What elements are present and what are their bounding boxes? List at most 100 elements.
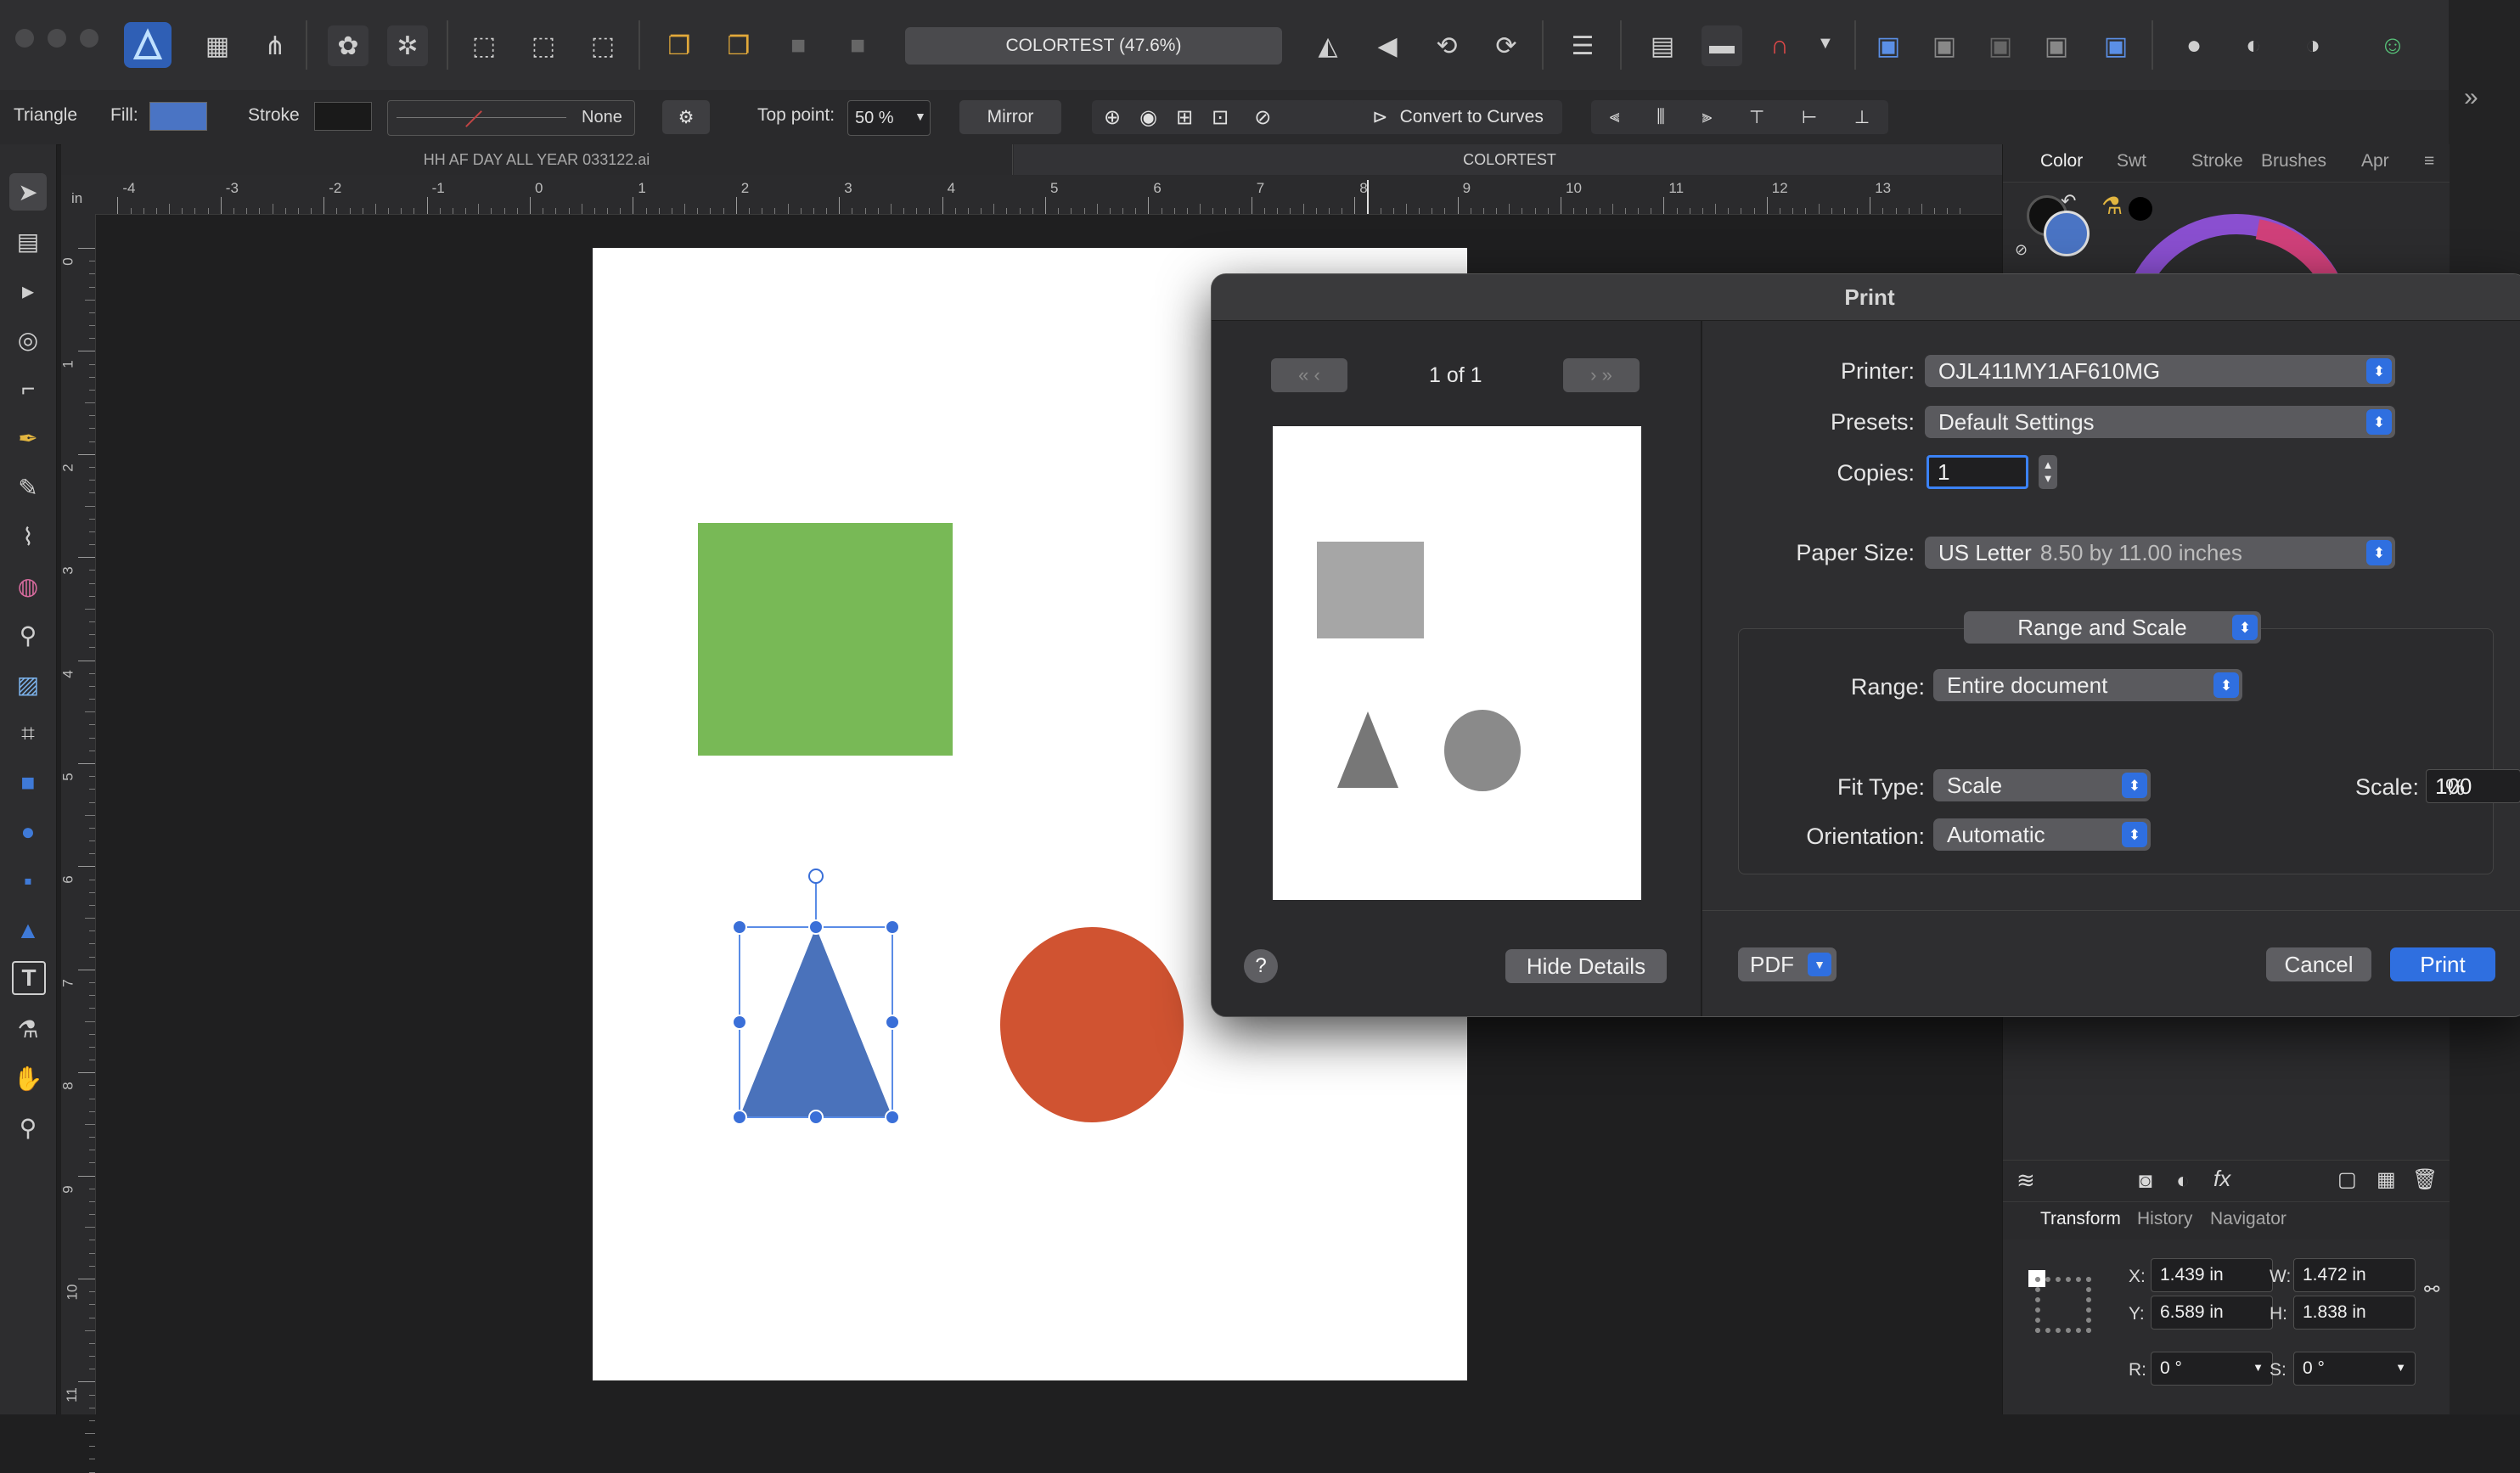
stroke-style-selector[interactable]: None xyxy=(387,100,635,136)
fill-swatch[interactable] xyxy=(149,102,207,131)
node-tool-icon[interactable]: ▸ xyxy=(9,272,47,309)
rotate-right-icon[interactable]: ⟳ xyxy=(1486,25,1527,66)
app-logo-icon[interactable] xyxy=(124,22,172,68)
chevron-down-icon[interactable]: ▼ xyxy=(914,110,926,123)
chevron-down-icon[interactable]: ▼ xyxy=(2395,1361,2406,1374)
select-box-icon[interactable]: ⬚ xyxy=(523,25,564,66)
printer-select[interactable]: OJL411MY1AF610MG ⬍ xyxy=(1925,355,2395,387)
eyedropper-icon[interactable]: ⚗ xyxy=(2101,192,2123,220)
mask-icon[interactable]: ◙ xyxy=(2139,1167,2152,1194)
rectangle-tool-icon[interactable]: ■ xyxy=(9,764,47,801)
artboard-tool-icon[interactable]: ▤ xyxy=(9,222,47,260)
transform-h-field[interactable]: 1.838 in xyxy=(2293,1296,2416,1330)
align-middle-icon[interactable]: ⊢ xyxy=(1802,107,1817,128)
tab-navigator[interactable]: Navigator xyxy=(2210,1209,2287,1229)
boolean-add-icon[interactable]: ▣ xyxy=(1868,25,1909,66)
preview-prev-button[interactable]: « ‹ xyxy=(1271,358,1347,392)
transform-icon[interactable]: ⊡ xyxy=(1212,105,1229,130)
align-center-icon[interactable]: ⫼ xyxy=(1657,107,1665,127)
add-layer-icon[interactable]: ▢ xyxy=(2337,1167,2357,1192)
align-right-icon[interactable]: ⫸ xyxy=(1702,107,1713,127)
chevron-down-icon[interactable]: ▼ xyxy=(2253,1361,2264,1374)
trash-icon[interactable]: 🗑 xyxy=(2412,1167,2438,1192)
layers-icon[interactable]: ≋ xyxy=(2017,1167,2035,1194)
link-icon[interactable]: ⚯ xyxy=(2424,1279,2439,1301)
transform-x-field[interactable]: 1.439 in xyxy=(2151,1258,2273,1292)
document-title[interactable]: COLORTEST (47.6%) xyxy=(905,27,1282,65)
adjustment-icon[interactable]: ◐ xyxy=(2176,1167,2190,1194)
transform-box-icon[interactable]: ⬚ xyxy=(582,25,623,66)
tab-appearance[interactable]: Apr xyxy=(2361,151,2389,171)
preview-next-button[interactable]: › » xyxy=(1563,358,1640,392)
panel-menu-icon[interactable]: ≡ xyxy=(2424,151,2434,171)
group-icon[interactable]: ▦ xyxy=(2377,1167,2396,1192)
window-close-button[interactable] xyxy=(15,29,34,48)
range-select[interactable]: Entire document ⬍ xyxy=(1933,669,2242,701)
align-top-icon[interactable]: ⊤ xyxy=(1749,107,1764,128)
eye-icon[interactable]: ◉ xyxy=(1139,105,1157,130)
help-button[interactable]: ? xyxy=(1244,949,1278,983)
pdf-menu-button[interactable]: PDF ▼ xyxy=(1738,947,1837,981)
cancel-button[interactable]: Cancel xyxy=(2266,947,2371,981)
window-minimize-button[interactable] xyxy=(48,29,66,48)
hide-details-button[interactable]: Hide Details xyxy=(1505,949,1667,983)
fit-icon[interactable]: ⊞ xyxy=(1176,105,1193,130)
move-tool-icon[interactable]: ➤ xyxy=(9,173,47,211)
mirror-button[interactable]: Mirror xyxy=(959,100,1061,134)
align-left-icon[interactable]: ⫷ xyxy=(1610,107,1620,127)
fx-icon[interactable]: fx xyxy=(2213,1166,2230,1192)
insert-front-icon[interactable]: ◑ xyxy=(2292,25,2333,66)
copies-stepper[interactable]: ▲ ▼ xyxy=(2039,455,2057,489)
crosshair-icon[interactable]: ⊕ xyxy=(1104,105,1121,130)
settings-gear-icon[interactable]: ⚙ xyxy=(662,100,710,134)
presets-select[interactable]: Default Settings ⬍ xyxy=(1925,406,2395,438)
triangle-tool-icon[interactable]: ▲ xyxy=(9,912,47,949)
top-point-field[interactable]: 50 % ▼ xyxy=(847,100,931,136)
tab-hh-af-day[interactable]: HH AF DAY ALL YEAR 033122.ai xyxy=(61,144,1013,175)
transform-s-field[interactable]: 0 ° ▼ xyxy=(2293,1352,2416,1386)
swap-colors-icon[interactable]: ↶ xyxy=(2061,190,2076,212)
flip-vertical-icon[interactable]: ◀ xyxy=(1367,25,1408,66)
boolean-xor-icon[interactable]: ▣ xyxy=(2036,25,2077,66)
rotate-left-icon[interactable]: ⟲ xyxy=(1426,25,1467,66)
select-all-icon[interactable]: ⬚ xyxy=(464,25,504,66)
text-tool-icon[interactable]: T xyxy=(12,961,46,995)
user-account-icon[interactable]: ☺ xyxy=(2372,25,2413,66)
brush-tool-icon[interactable]: ⌇ xyxy=(9,518,47,555)
expand-panel-icon[interactable]: » xyxy=(2464,83,2478,112)
reset-icon[interactable]: ⊘ xyxy=(1254,105,1271,130)
insert-inside-icon[interactable]: ● xyxy=(2174,25,2214,66)
tab-history[interactable]: History xyxy=(2137,1209,2192,1229)
snap-options-icon[interactable]: ▬ xyxy=(1702,25,1742,66)
fill-color-well[interactable] xyxy=(2044,211,2090,256)
tab-swatches[interactable]: Swt xyxy=(2117,151,2146,171)
fill-tool-icon[interactable]: ◍ xyxy=(9,567,47,604)
boolean-divide-icon[interactable]: ▣ xyxy=(2095,25,2136,66)
transform-y-field[interactable]: 6.589 in xyxy=(2151,1296,2273,1330)
tab-transform[interactable]: Transform xyxy=(2040,1209,2121,1229)
arrange-back-icon[interactable]: ❐ xyxy=(659,25,700,66)
zoom-tool-icon[interactable]: ⚲ xyxy=(9,1109,47,1146)
green-rectangle[interactable] xyxy=(698,523,953,756)
transparency-tool-icon[interactable]: ⚲ xyxy=(9,616,47,654)
fit-type-select[interactable]: Scale ⬍ xyxy=(1933,769,2151,801)
arrange-forward-icon[interactable]: ❐ xyxy=(718,25,759,66)
arrange-top-icon[interactable]: ■ xyxy=(837,25,878,66)
share-icon[interactable]: ⋔ xyxy=(255,25,295,66)
no-color-icon[interactable]: ⊘ xyxy=(2015,241,2028,259)
stroke-swatch[interactable] xyxy=(314,102,372,131)
boolean-intersect-icon[interactable]: ▣ xyxy=(1980,25,2021,66)
orientation-select[interactable]: Automatic ⬍ xyxy=(1933,818,2151,851)
scale-field[interactable]: 100 xyxy=(2426,769,2520,803)
crop-tool-icon[interactable]: ⌗ xyxy=(9,715,47,752)
chevron-down-icon[interactable]: ▼ xyxy=(1817,34,1834,53)
window-zoom-button[interactable] xyxy=(80,29,98,48)
ellipse-tool-icon[interactable]: ● xyxy=(9,813,47,851)
snapping-icon[interactable]: ✲ xyxy=(387,25,428,66)
contour-tool-icon[interactable]: ◎ xyxy=(9,321,47,358)
place-image-icon[interactable]: ▨ xyxy=(9,666,47,703)
paper-size-select[interactable]: US Letter 8.50 by 11.00 inches ⬍ xyxy=(1925,537,2395,569)
tab-brushes[interactable]: Brushes xyxy=(2261,151,2326,171)
pencil-tool-icon[interactable]: ✎ xyxy=(9,469,47,506)
convert-to-curves-button[interactable]: ⊳ Convert to Curves xyxy=(1353,100,1562,134)
